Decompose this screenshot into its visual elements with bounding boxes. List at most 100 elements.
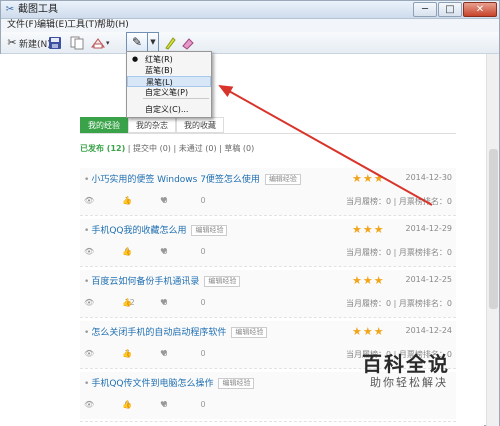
list-item: • 百度云如何备份手机通讯录 编辑经验 ★★★ 2014-12-25 👁 12👍 0… [80,270,456,318]
save-icon [49,37,61,49]
item-title-text[interactable]: 怎么关闭手机的自动启动程序软件 [91,328,226,338]
item-title[interactable]: • 手机QQ我的收藏怎么用 编辑经验 [84,225,228,237]
item-stats: 👁 12👍 0♥ 0 [84,298,206,307]
fav-count: 0 [200,247,206,256]
heart-icon: ♥ [160,349,168,358]
menu-help[interactable]: 帮助(H) [97,19,129,32]
send-snip-button[interactable]: ▾ [90,34,112,52]
scrollbar-thumb[interactable] [489,149,498,309]
vertical-scrollbar[interactable] [486,54,499,426]
menu-item-red-pen[interactable]: ● 红笔(R) [127,54,211,65]
star-rating: ★★★ [352,274,385,287]
tab-my-favorites[interactable]: 我的收藏 [176,117,224,133]
heart-icon: ♥ [160,400,168,409]
chevron-down-icon: ▼ [150,38,156,46]
new-snip-button[interactable]: ✂ 新建(N) [5,34,51,52]
item-date: 2014-12-30 [405,173,453,182]
item-title[interactable]: • 百度云如何备份手机通讯录 编辑经验 [84,276,241,288]
item-stats: 👁 0👍 0♥ 0 [84,247,206,256]
menu-item-label: 红笔(R) [145,55,173,64]
site-watermark: 百科全说 助你轻松解决 [362,352,462,390]
menu-item-label: 蓝笔(B) [145,66,173,75]
menu-item-blue-pen[interactable]: 蓝笔(B) [127,65,211,76]
item-title-text[interactable]: 手机QQ我的收藏怎么用 [91,226,186,236]
item-stats: 👁 0👍 0♥ 0 [84,400,206,409]
fav-count: 0 [200,349,206,358]
eye-icon: 👁 [84,298,95,307]
thumb-up-icon: 👍 [122,196,132,205]
bullet-icon: • [84,226,90,236]
bullet-icon: • [84,328,90,338]
menu-file[interactable]: 文件(F) [7,19,37,32]
thumb-up-icon: 👍 [122,247,132,256]
eye-icon: 👁 [84,196,95,205]
tab-my-magazine[interactable]: 我的杂志 [128,117,176,133]
eye-icon: 👁 [84,349,95,358]
star-rating: ★★★ [352,223,385,236]
thumb-up-icon: 👍 [122,298,132,307]
list-item: • 手机QQ我的收藏怎么用 编辑经验 ★★★ 2014-12-29 👁 0👍 0♥ … [80,219,456,267]
watermark-subtitle: 助你轻松解决 [370,376,448,389]
edit-tag[interactable]: 编辑经验 [191,225,228,236]
fav-count: 0 [200,298,206,307]
item-date: 2014-12-24 [405,326,453,335]
heart-icon: ♥ [160,196,168,205]
star-rating: ★★★ [352,172,385,185]
pen-dropdown-button[interactable]: ▼ [148,32,159,53]
close-button[interactable]: ✕ [463,2,497,17]
menu-item-black-pen[interactable]: 黑笔(L) [127,76,211,87]
experience-tabs: 我的经验 我的杂志 我的收藏 [80,117,224,133]
window-title: 截图工具 [18,4,58,15]
edit-tag[interactable]: 编辑经验 [231,327,268,338]
item-rank: 当月履榜：0 | 月票榜排名：0 [346,197,452,206]
highlighter-icon [165,37,176,50]
fav-count: 0 [200,400,206,409]
star-rating: ★★★ [352,325,385,338]
edit-tag[interactable]: 编辑经验 [264,174,301,185]
tab-divider [80,133,456,134]
filter-rejected[interactable]: 未通过 (0) [179,144,217,153]
pen-button[interactable]: ✎ [126,32,148,53]
highlighter-button[interactable] [163,34,177,52]
eraser-button[interactable] [181,34,195,52]
menu-edit[interactable]: 编辑(E) [37,19,68,32]
item-title[interactable]: • 怎么关闭手机的自动启动程序软件 编辑经验 [84,327,268,339]
item-title-text[interactable]: 百度云如何备份手机通讯录 [91,277,199,287]
save-button[interactable] [48,34,62,52]
status-filters: 已发布 (12) | 提交中 (0) | 未通过 (0) | 草稿 (0) [80,143,254,154]
minimize-button[interactable]: ─ [413,2,437,17]
tab-my-experience[interactable]: 我的经验 [80,117,128,133]
item-rank: 当月履榜：0 | 月票榜排名：0 [346,248,452,257]
watermark-title: 百科全说 [362,352,450,376]
filter-separator: | [127,144,131,153]
bullet-icon: • [84,175,90,185]
copy-button[interactable] [70,34,84,52]
eye-icon: 👁 [84,247,95,256]
menu-item-customize[interactable]: 自定义(C)... [127,104,211,115]
scissors-icon: ✂ [5,4,15,15]
title-bar: ✂ 截图工具 ─ □ ✕ [1,1,499,19]
item-title[interactable]: • 小巧实用的便签 Windows 7便签怎么使用 编辑经验 [84,174,301,186]
menu-separator [143,98,209,99]
edit-tag[interactable]: 编辑经验 [204,276,241,287]
filter-published[interactable]: 已发布 (12) [80,144,125,153]
pen-icon: ✎ [131,35,143,49]
edit-tag[interactable]: 编辑经验 [218,378,255,389]
menu-item-custom-pen[interactable]: 自定义笔(P) [127,87,211,98]
item-title-text[interactable]: 手机QQ传文件到电脑怎么操作 [91,379,213,389]
item-title-text[interactable]: 小巧实用的便签 Windows 7便签怎么使用 [91,175,260,185]
item-date: 2014-12-25 [405,275,453,284]
item-title[interactable]: • 手机QQ传文件到电脑怎么操作 编辑经验 [84,378,255,390]
filter-reviewing[interactable]: 提交中 (0) [133,144,171,153]
maximize-button[interactable]: □ [438,2,462,17]
scissors-icon: ✂ [7,36,17,49]
filter-draft[interactable]: 草稿 (0) [224,144,254,153]
filter-separator: | [173,144,177,153]
menu-tools[interactable]: 工具(T) [67,19,98,32]
heart-icon: ♥ [160,298,168,307]
item-rank: 当月履榜：0 | 月票榜排名：0 [346,299,452,308]
heart-icon: ♥ [160,247,168,256]
copy-icon [70,36,84,50]
menu-item-label: 自定义(C)... [145,105,189,114]
new-snip-label: 新建(N) [19,39,51,50]
